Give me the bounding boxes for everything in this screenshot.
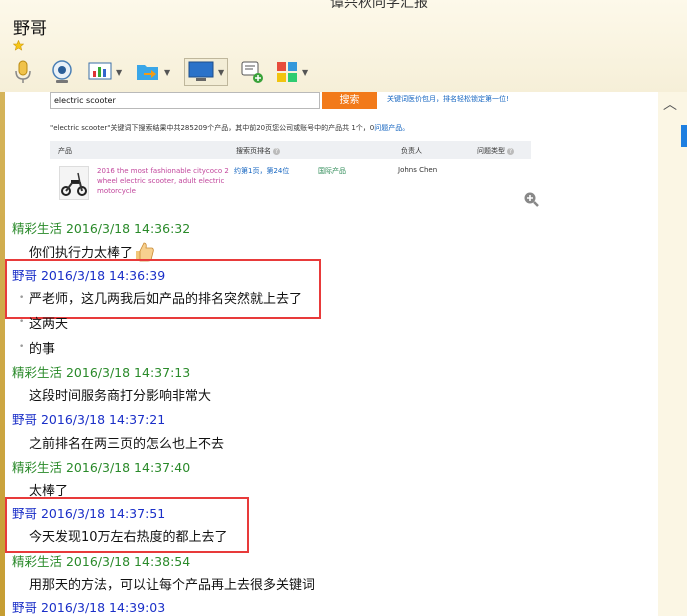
zoom-in-icon[interactable]	[523, 191, 539, 207]
embedded-screenshot[interactable]: electric scooter 搜索 关键词医价包月，排名轻松锁定第一位! "…	[45, 92, 545, 210]
embed-search-input: electric scooter	[50, 92, 320, 109]
star-icon	[13, 40, 24, 51]
bar-chart-icon	[88, 62, 112, 80]
message-meta: 精彩生活 2016/3/18 14:37:13	[12, 365, 191, 380]
contact-name[interactable]: 野哥	[13, 14, 47, 39]
screen-share-button[interactable]: ▼	[88, 58, 122, 86]
message-meta: 精彩生活 2016/3/18 14:38:54	[12, 554, 191, 569]
chevron-down-icon[interactable]: ▼	[218, 68, 224, 77]
col-product: 产品	[58, 147, 72, 155]
embed-search-button: 搜索	[322, 92, 377, 109]
question-icon: ?	[273, 148, 280, 155]
remote-button[interactable]: ▼	[184, 58, 229, 86]
scooter-icon	[61, 172, 87, 196]
apps-button[interactable]: ▼	[276, 58, 308, 86]
apps-grid-icon	[277, 62, 297, 82]
col-rank: 搜索页排名?	[236, 147, 280, 155]
collapse-up-icon[interactable]: ︿	[663, 94, 677, 114]
embed-market: 国际产品	[318, 167, 346, 175]
embed-promo: 关键词医价包月，排名轻松锁定第一位!	[387, 95, 509, 103]
embed-person: Johns Chen	[398, 166, 438, 174]
message-meta: 野哥 2016/3/18 14:36:39	[12, 268, 166, 283]
video-button[interactable]	[50, 58, 74, 86]
voice-button[interactable]	[12, 58, 34, 86]
embed-table-header: 产品 搜索页排名? 负责人 问题类型?	[50, 141, 531, 159]
message-text: 之前排名在两三页的怎么也上不去	[29, 437, 225, 452]
window-title: 谭兴秋同学汇报	[330, 0, 428, 11]
col-issue: 问题类型?	[477, 147, 514, 155]
note-add-icon	[241, 61, 263, 83]
bullet: •	[19, 317, 25, 327]
monitor-icon	[188, 61, 214, 81]
chevron-down-icon[interactable]: ▼	[302, 68, 308, 77]
bullet: •	[19, 342, 25, 352]
message-meta: 精彩生活 2016/3/18 14:37:40	[12, 460, 191, 475]
message-text: 这段时间服务商打分影响非常大	[29, 389, 212, 404]
embed-result-text: "electric scooter"关键词下搜索结果中共285209个产品，其中…	[50, 124, 410, 132]
message-meta: 精彩生活 2016/3/18 14:36:32	[12, 221, 191, 236]
question-icon: ?	[507, 148, 514, 155]
chevron-down-icon[interactable]: ▼	[116, 68, 122, 77]
message-text: 这两天	[29, 317, 69, 332]
col-person: 负责人	[401, 147, 422, 155]
folder-arrow-icon	[137, 65, 158, 80]
microphone-icon	[15, 60, 31, 83]
message-meta: 野哥 2016/3/18 14:39:03	[12, 600, 166, 615]
side-panel	[658, 92, 687, 616]
message-area[interactable]: electric scooter 搜索 关键词医价包月，排名轻松锁定第一位! "…	[5, 92, 658, 616]
message-text: 用那天的方法，可以让每个产品再上去很多关键词	[29, 578, 316, 593]
chevron-down-icon[interactable]: ▼	[164, 68, 170, 77]
message-text: 今天发现10万左右热度的都上去了	[29, 530, 228, 545]
chat-header: 谭兴秋同学汇报 野哥 ▼ ▼ ▼ ▼	[0, 0, 687, 93]
embed-product-title: 2016 the most fashionable citycoco 2 whe…	[97, 167, 229, 195]
bullet: •	[19, 293, 25, 303]
webcam-icon	[52, 60, 72, 83]
message-text: 严老师，这几两我后如产品的排名突然就上去了	[29, 292, 303, 307]
side-tab[interactable]	[681, 125, 687, 147]
scooter-thumbnail	[59, 166, 89, 200]
send-file-button[interactable]: ▼	[136, 58, 170, 86]
message-meta: 野哥 2016/3/18 14:37:21	[12, 412, 166, 427]
embed-rank: 约第1页，第24位	[234, 167, 290, 175]
add-note-button[interactable]	[240, 58, 264, 86]
message-text: 的事	[29, 342, 56, 357]
message-meta: 野哥 2016/3/18 14:37:51	[12, 506, 166, 521]
